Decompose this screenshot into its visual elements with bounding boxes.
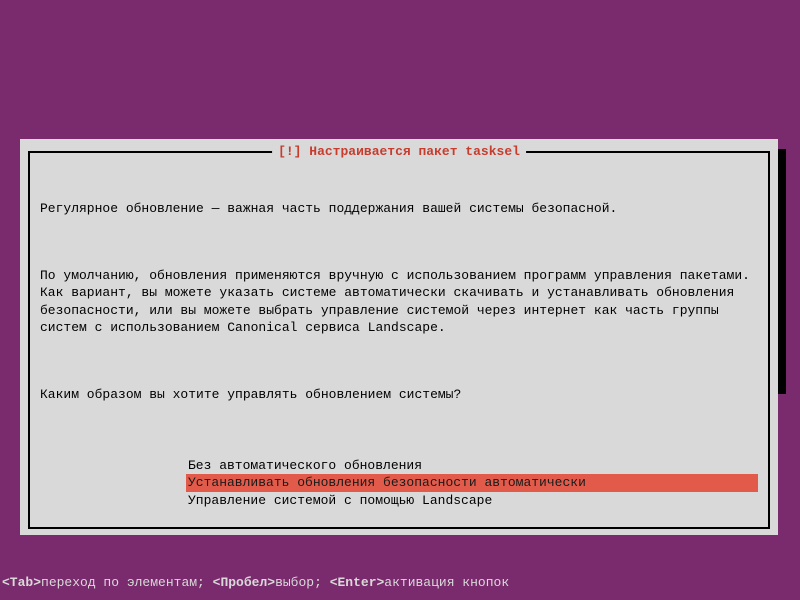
key-enter: <Enter>	[330, 575, 385, 590]
option-no-auto-updates[interactable]: Без автоматического обновления	[186, 457, 758, 475]
paragraph-1: Регулярное обновление — важная часть под…	[40, 200, 758, 218]
option-auto-security-updates[interactable]: Устанавливать обновления безопасности ав…	[186, 474, 758, 492]
dialog-title: [!] Настраивается пакет tasksel	[272, 143, 526, 161]
help-enter-text: активация кнопок	[384, 575, 509, 590]
dialog-frame: [!] Настраивается пакет tasksel Регулярн…	[28, 151, 770, 529]
dialog-prompt: Каким образом вы хотите управлять обновл…	[40, 386, 758, 404]
config-dialog: [!] Настраивается пакет tasksel Регулярн…	[20, 139, 778, 535]
help-bar: <Tab>переход по элементам; <Пробел>выбор…	[2, 574, 798, 592]
options-list: Без автоматического обновления Устанавли…	[186, 457, 758, 510]
paragraph-2: По умолчанию, обновления применяются вру…	[40, 267, 758, 337]
key-space: <Пробел>	[213, 575, 275, 590]
key-tab: <Tab>	[2, 575, 41, 590]
option-manage-landscape[interactable]: Управление системой с помощью Landscape	[186, 492, 758, 510]
help-space-text: выбор;	[275, 575, 330, 590]
dialog-body: Регулярное обновление — важная часть под…	[40, 165, 758, 453]
help-tab-text: переход по элементам;	[41, 575, 213, 590]
